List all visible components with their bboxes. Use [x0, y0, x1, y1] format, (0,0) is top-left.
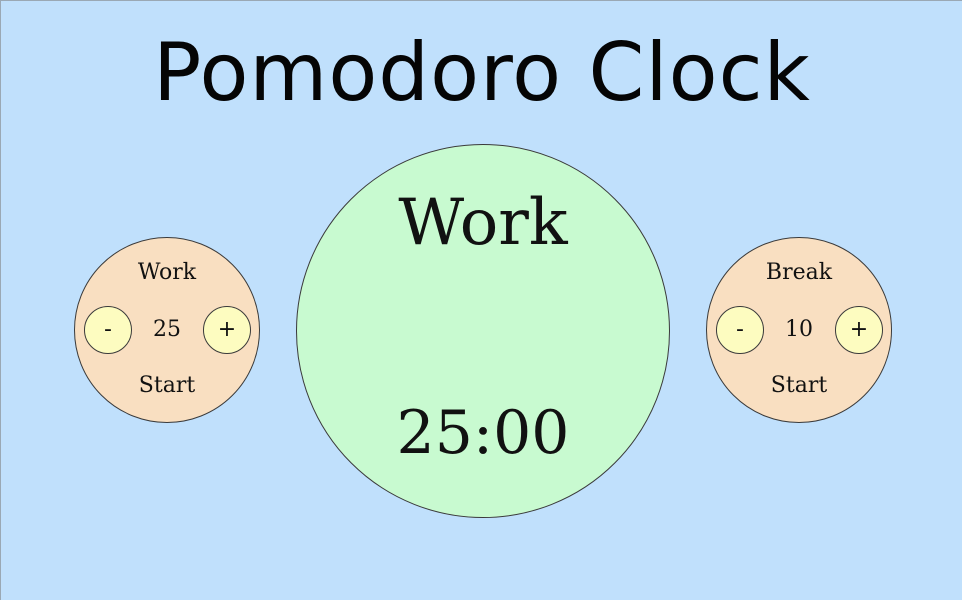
clipped-edge-decoration: · · · · · · ·	[1, 61, 5, 541]
break-length-panel: Break - 10 + Start	[706, 237, 892, 423]
page-title: Pomodoro Clock	[153, 26, 811, 119]
timer-session-label: Work	[398, 186, 568, 260]
edge-mark: ·	[1, 381, 5, 445]
edge-mark: ·	[1, 125, 5, 189]
work-increase-button[interactable]: +	[203, 306, 251, 354]
work-length-panel: Work - 25 + Start	[74, 237, 260, 423]
edge-mark: ·	[1, 445, 5, 509]
break-increase-button[interactable]: +	[835, 306, 883, 354]
work-start-button[interactable]: Start	[75, 371, 259, 401]
work-length-label: Work	[137, 260, 197, 285]
timer-display: Work 25:00	[296, 144, 670, 518]
pomodoro-app: · · · · · · · Pomodoro Clock Work - 25 +…	[0, 0, 962, 600]
break-start-button[interactable]: Start	[707, 371, 891, 401]
edge-mark: ·	[1, 253, 5, 317]
edge-mark: ·	[1, 189, 5, 253]
timer-countdown: 25:00	[396, 398, 570, 468]
edge-mark: ·	[1, 317, 5, 381]
break-length-label: Break	[765, 260, 833, 285]
